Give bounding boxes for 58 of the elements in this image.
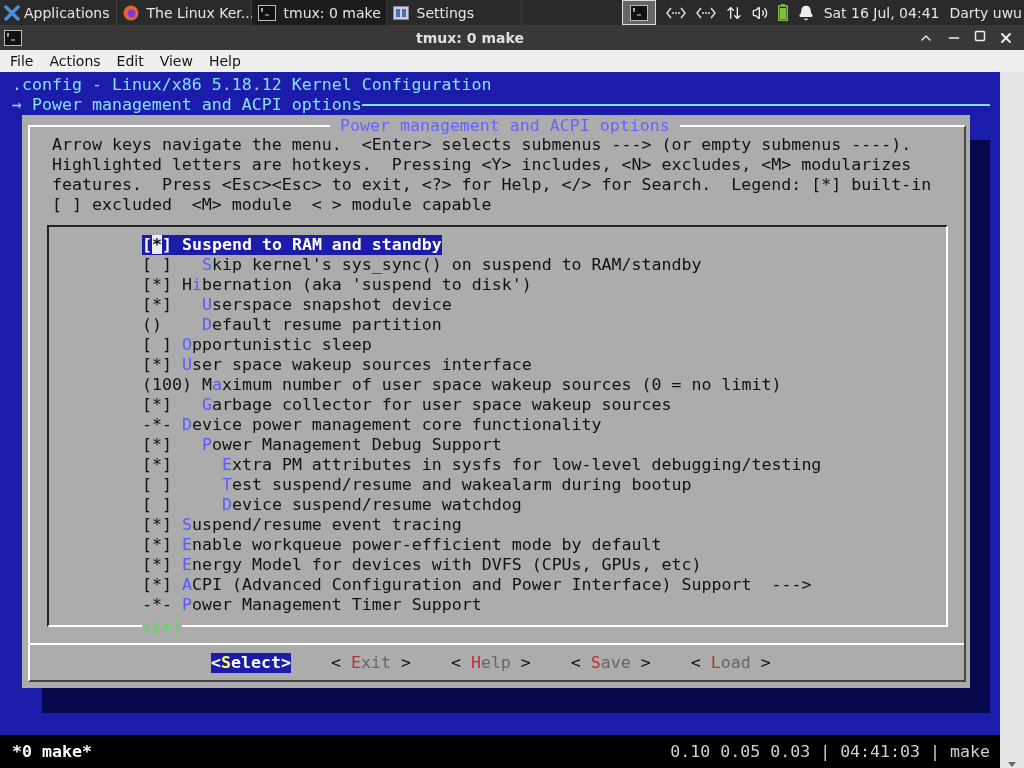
taskbar-button[interactable]: tmux: 0 make [251, 0, 387, 25]
tmux-window-name: *0 make* [12, 742, 92, 761]
network-activity-icon[interactable] [725, 4, 742, 21]
dialog-button[interactable]: < Exit > [330, 653, 411, 673]
menu-item[interactable]: Help [200, 53, 249, 69]
terminal-icon [4, 29, 22, 46]
config-title: .config - Linux/x86 5.18.12 Kernel Configuration [12, 75, 493, 95]
scroll-down-icon[interactable] [1007, 760, 1017, 768]
help-text: features. Press <Esc><Esc> to exit, <?> for Help, </> for Search. Legend: [*] built-in [51, 175, 933, 195]
menu-entry[interactable]: -*- Device power management core functionality [142, 415, 602, 435]
notifications-icon[interactable] [797, 4, 814, 21]
maximize-icon[interactable] [974, 29, 986, 42]
menu-entry[interactable]: [ ] Device suspend/resume watchdog [142, 495, 522, 515]
menu-entry[interactable]: [*] User space wakeup sources interface [142, 355, 532, 375]
menu-entry[interactable]: [*] Power Management Debug Support [142, 435, 502, 455]
terminal-launcher[interactable] [621, 0, 656, 25]
menu-entry[interactable]: [*] ACPI (Advanced Configuration and Power Interface) Support ---> [142, 575, 812, 595]
menu-entry[interactable]: [ ] Skip kernel's sys_sync() on suspend to RAM/standby [142, 255, 702, 275]
network-icon[interactable] [665, 6, 686, 19]
help-text: [ ] excluded <M> module < > module capable [51, 195, 493, 215]
terminal-icon [257, 4, 276, 21]
settings-icon [392, 5, 409, 20]
browser-icon [122, 4, 139, 21]
menu-item[interactable]: Actions [41, 53, 109, 69]
more-below-indicator: ↓(+) [142, 617, 182, 637]
network-icon[interactable] [695, 6, 716, 19]
volume-icon[interactable] [751, 4, 768, 21]
help-text: Arrow keys navigate the menu. <Enter> selects submenus ---> (or empty submenus ----). [51, 135, 913, 155]
dialog-button[interactable]: < Help > [450, 653, 531, 673]
menu-entry[interactable]: [*] Userspace snapshot device [142, 295, 452, 315]
tmux-status-info: 0.10 0.05 0.03 | 04:41:03 | make [670, 742, 990, 761]
menu-entry[interactable]: () Default resume partition [142, 315, 442, 335]
breadcrumb: → Power management and ACPI options [12, 95, 362, 115]
dialog-button[interactable]: <Select> [211, 653, 291, 673]
xfce-logo-icon [4, 4, 20, 21]
menu-entry[interactable]: [*] Extra PM attributes in sysfs for low-level debugging/testing [142, 455, 822, 475]
clock[interactable]: Sat 16 Jul, 04:41 [823, 4, 940, 21]
menu-item[interactable]: File [2, 53, 42, 69]
menu-entry[interactable]: [*] Energy Model for devices with DVFS (CPUs, GPUs, etc) [142, 555, 702, 575]
help-text: Highlighted letters are hotkeys. Pressing <Y> includes, <N> excludes, <M> modularizes [51, 155, 913, 175]
terminal-icon [629, 4, 648, 21]
menu-entry[interactable]: [ ] Opportunistic sleep [142, 335, 372, 355]
user-name[interactable]: Darty uwu [949, 4, 1022, 21]
menu-entry[interactable]: [*] Suspend to RAM and standby [142, 235, 442, 255]
menu-entry[interactable]: [*] Garbage collector for user space wakeup sources [142, 395, 672, 415]
battery-icon[interactable] [777, 4, 788, 21]
menu-entry[interactable]: (100) Maximum number of user space wakeup sources (0 = no limit) [142, 375, 782, 395]
dialog-title: Power management and ACPI options [330, 116, 680, 136]
window-title: tmux: 0 make [415, 29, 525, 46]
menu-entry[interactable]: [*] Enable workqueue power-efficient mode by default [142, 535, 662, 555]
dialog-button[interactable]: < Save > [570, 653, 651, 673]
menu-item[interactable]: View [151, 53, 201, 69]
menu-item[interactable]: Edit [108, 53, 152, 69]
menu-entry[interactable]: [ ] Test suspend/resume and wakealarm during bootup [142, 475, 692, 495]
menu-entry[interactable]: [*] Hibernation (aka 'suspend to disk') [142, 275, 532, 295]
menu-entry[interactable]: [*] Suspend/resume event tracing [142, 515, 462, 535]
dialog-button[interactable]: < Load > [690, 653, 771, 673]
menu-entry[interactable]: -*- Power Management Timer Support [142, 595, 482, 615]
